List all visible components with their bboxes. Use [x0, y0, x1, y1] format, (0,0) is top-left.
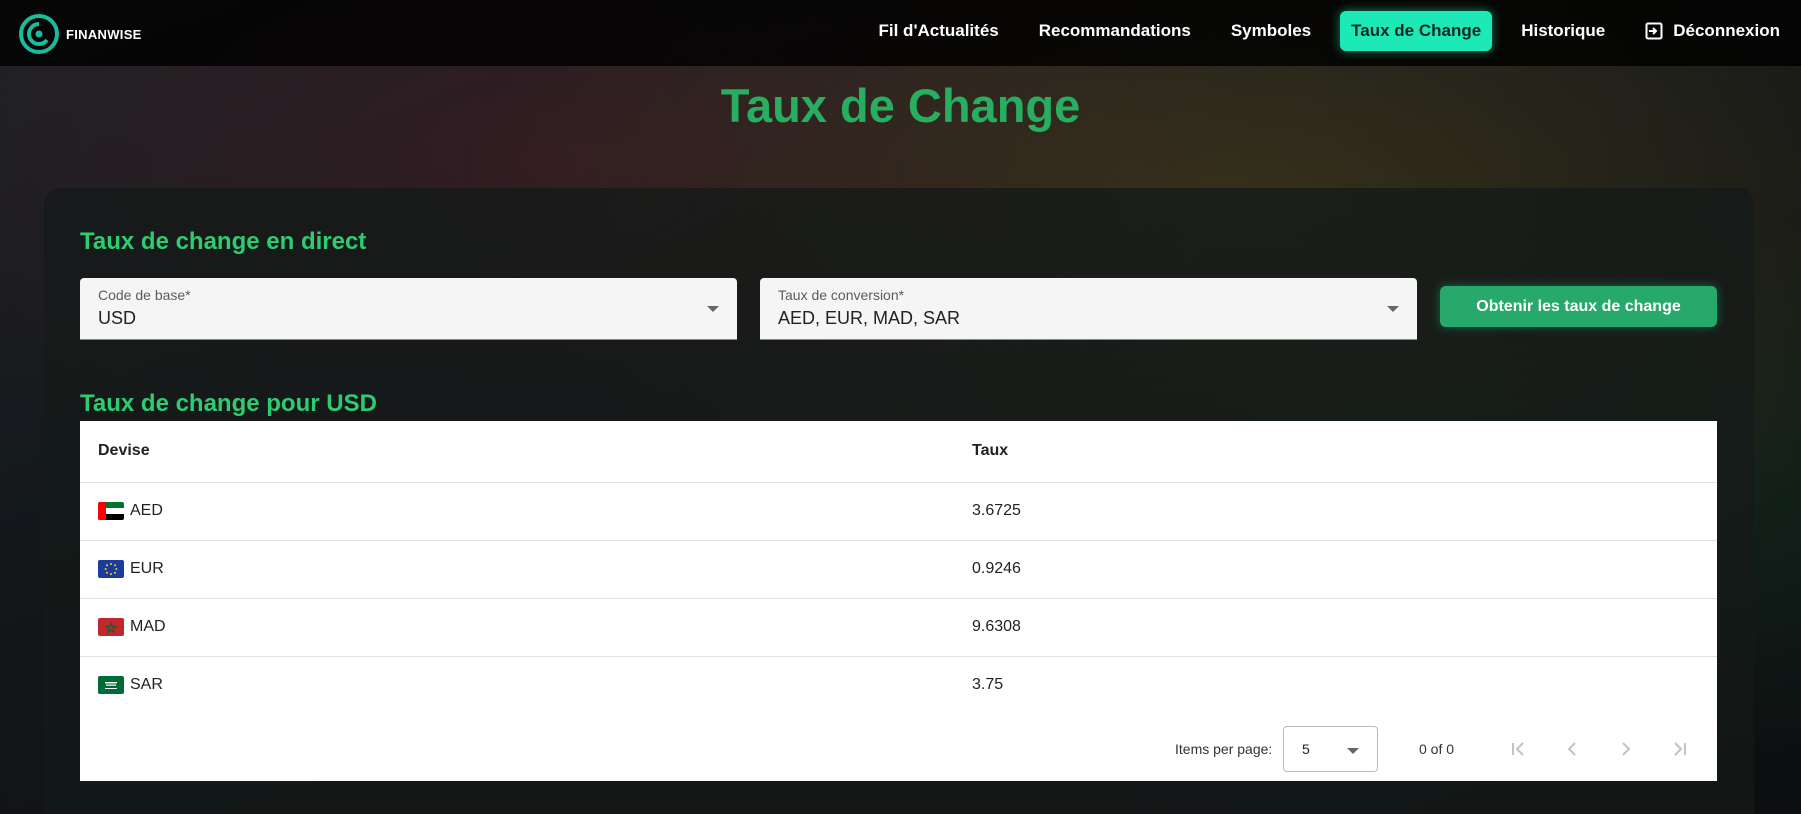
rate-cell: 9.6308	[972, 618, 1021, 635]
logout-icon	[1645, 22, 1663, 40]
rate-cell: 0.9246	[972, 560, 1021, 577]
items-per-page-label: Items per page:	[1175, 741, 1273, 757]
column-header-devise: Devise	[98, 442, 150, 459]
chevron-down-icon	[1347, 748, 1359, 754]
nav-item-symboles[interactable]: Symboles	[1220, 11, 1322, 51]
nav-item-taux-de-change[interactable]: Taux de Change	[1340, 11, 1493, 51]
currency-cell: AED	[98, 502, 163, 520]
items-per-page-value: 5	[1302, 741, 1310, 757]
page-title: Taux de Change	[720, 79, 1081, 132]
morocco-flag-icon	[98, 618, 124, 636]
finanwise-logo-icon	[19, 14, 59, 54]
base-code-select[interactable]: Code de base* USD	[80, 278, 737, 340]
get-rates-button[interactable]: Obtenir les taux de change	[1440, 286, 1717, 327]
items-per-page-select[interactable]: 5	[1283, 726, 1378, 772]
currency-cell: SAR	[98, 676, 163, 694]
rate-cell: 3.75	[972, 676, 1004, 693]
first-page-icon[interactable]	[1504, 735, 1532, 763]
uae-flag-icon	[98, 502, 124, 520]
conversion-rates-value: AED, EUR, MAD, SAR	[778, 308, 961, 328]
nav-item-deconnexion[interactable]: Déconnexion	[1634, 11, 1791, 51]
rates-table: Devise Taux AED 3.6725 EUR 0.9246 MAD 9.…	[80, 421, 1717, 781]
last-page-icon[interactable]	[1666, 735, 1694, 763]
base-code-label: Code de base*	[98, 287, 191, 303]
rate-cell: 3.6725	[972, 502, 1021, 519]
table-row: SAR 3.75	[80, 657, 1717, 715]
conversion-rates-select[interactable]: Taux de conversion* AED, EUR, MAD, SAR	[760, 278, 1417, 340]
currency-code: AED	[130, 502, 163, 519]
brand[interactable]: FINANWISE	[18, 13, 142, 55]
page-range: 0 of 0	[1419, 741, 1455, 757]
live-rates-title: Taux de change en direct	[80, 228, 367, 255]
previous-page-icon[interactable]	[1558, 735, 1586, 763]
currency-code: SAR	[130, 676, 163, 693]
table-row: MAD 9.6308	[80, 599, 1717, 657]
nav-item-recommandations[interactable]: Recommandations	[1028, 11, 1202, 51]
nav-item-deconnexion-label: Déconnexion	[1673, 21, 1780, 40]
currency-cell: MAD	[98, 618, 166, 636]
saudi-flag-icon	[98, 676, 124, 694]
chevron-down-icon	[707, 306, 719, 312]
next-page-icon[interactable]	[1612, 735, 1640, 763]
main-nav: Fil d'Actualités Recommandations Symbole…	[850, 11, 1792, 51]
brand-name: FINANWISE	[66, 26, 142, 42]
top-navbar: FINANWISE Fil d'Actualités Recommandatio…	[0, 0, 1801, 66]
nav-item-historique[interactable]: Historique	[1510, 11, 1616, 51]
conversion-rates-label: Taux de conversion*	[778, 287, 905, 303]
eu-flag-icon	[98, 560, 124, 578]
table-row: EUR 0.9246	[80, 541, 1717, 599]
currency-code: EUR	[130, 560, 164, 577]
column-header-taux: Taux	[972, 442, 1009, 459]
table-row: AED 3.6725	[80, 483, 1717, 541]
base-code-value: USD	[98, 308, 137, 328]
paginator: Items per page: 5 0 of 0	[80, 721, 1717, 781]
nav-item-fil-actualites[interactable]: Fil d'Actualités	[868, 11, 1010, 51]
rates-table-title: Taux de change pour USD	[80, 390, 377, 417]
currency-code: MAD	[130, 618, 166, 635]
table-header: Devise Taux	[80, 421, 1717, 483]
chevron-down-icon	[1387, 306, 1399, 312]
currency-cell: EUR	[98, 560, 164, 578]
